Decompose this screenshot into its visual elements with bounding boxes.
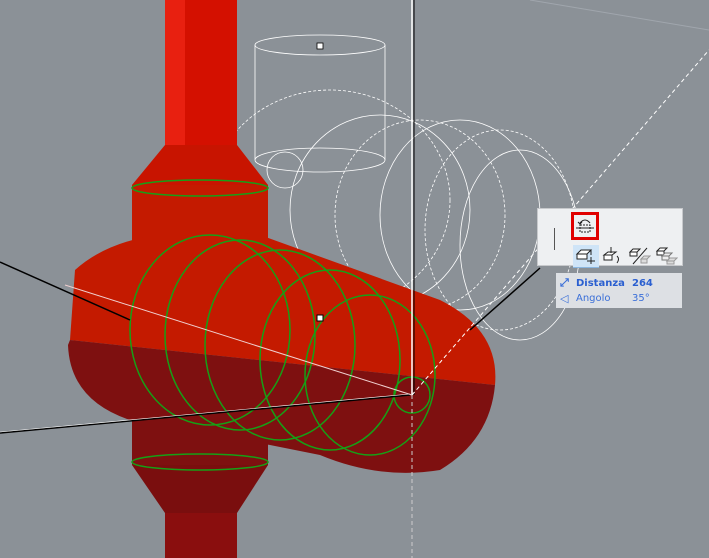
angle-label: Angolo: [576, 292, 611, 304]
move-icon: [575, 249, 595, 264]
distance-label: Distanza: [576, 277, 625, 289]
red-pipe-solid: [68, 0, 496, 558]
palette-separator: [554, 228, 555, 250]
multiply-icon: [656, 247, 678, 265]
move-button[interactable]: [573, 245, 599, 268]
angle-value[interactable]: 35°: [632, 293, 650, 304]
angle-row: ◁ Angolo 35°: [560, 291, 650, 305]
rotate-icon: [576, 219, 594, 233]
tracker-info-box: ⤢ Distanza 264 ◁ Angolo 35°: [556, 273, 682, 308]
distance-row: ⤢ Distanza 264: [560, 276, 653, 290]
rotate-copy-icon: [602, 247, 619, 264]
elevate-button[interactable]: [600, 245, 626, 267]
multiply-button[interactable]: [654, 245, 680, 267]
distance-value[interactable]: 264: [632, 278, 653, 289]
pet-palette: [537, 208, 683, 268]
angle-icon: ◁: [560, 291, 569, 305]
mirror-icon: [629, 247, 651, 265]
mirror-button[interactable]: [627, 245, 653, 267]
grid-line: [529, 0, 709, 31]
distance-icon: ⤢: [560, 276, 569, 289]
rotate-button[interactable]: [571, 212, 599, 240]
